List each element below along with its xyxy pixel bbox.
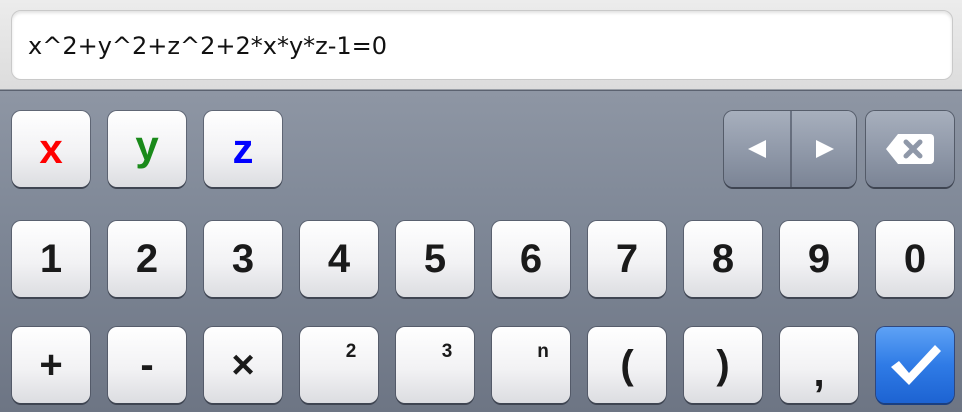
key-6-label: 6 xyxy=(519,236,543,281)
key-cube[interactable]: 3 xyxy=(396,327,474,403)
key-4[interactable]: 4 xyxy=(300,221,378,297)
key-x-label: x xyxy=(39,125,63,172)
key-comma-label: , xyxy=(813,350,825,395)
key-3[interactable]: 3 xyxy=(204,221,282,297)
key-7[interactable]: 7 xyxy=(588,221,666,297)
key-minus-label: - xyxy=(140,342,154,387)
cursor-arrows xyxy=(724,111,856,187)
key-y[interactable]: y xyxy=(108,111,186,187)
key-square[interactable]: 2 xyxy=(300,327,378,403)
key-comma[interactable]: , xyxy=(780,327,858,403)
key-2-label: 2 xyxy=(135,236,159,281)
key-power-n[interactable]: n xyxy=(492,327,570,403)
backspace-button[interactable] xyxy=(866,111,954,187)
key-open-paren-label: ( xyxy=(620,342,634,387)
checkmark-icon xyxy=(891,345,941,385)
key-4-label: 4 xyxy=(327,236,351,281)
key-close-paren-label: ) xyxy=(716,342,730,387)
key-9-label: 9 xyxy=(807,236,831,281)
key-open-paren[interactable]: ( xyxy=(588,327,666,403)
key-1[interactable]: 1 xyxy=(12,221,90,297)
key-close-paren[interactable]: ) xyxy=(684,327,762,403)
cursor-left-button[interactable] xyxy=(724,111,790,187)
cursor-right-button[interactable] xyxy=(792,111,856,187)
key-8-label: 8 xyxy=(711,236,735,281)
triangle-left-icon xyxy=(748,140,766,158)
key-times-label: × xyxy=(231,342,255,387)
key-0[interactable]: 0 xyxy=(876,221,954,297)
key-x[interactable]: x xyxy=(12,111,90,187)
key-y-label: y xyxy=(135,122,159,169)
key-0-label: 0 xyxy=(903,236,927,281)
key-3-label: 3 xyxy=(231,236,255,281)
key-5-label: 5 xyxy=(423,236,447,281)
key-z[interactable]: z xyxy=(204,111,282,187)
key-cube-label: 3 xyxy=(441,341,453,362)
key-9[interactable]: 9 xyxy=(780,221,858,297)
key-times[interactable]: × xyxy=(204,327,282,403)
backspace-icon xyxy=(886,134,934,164)
key-plus[interactable]: + xyxy=(12,327,90,403)
triangle-right-icon xyxy=(816,140,834,158)
key-minus[interactable]: - xyxy=(108,327,186,403)
key-2[interactable]: 2 xyxy=(108,221,186,297)
key-8[interactable]: 8 xyxy=(684,221,762,297)
math-keyboard: x y z 1 2 3 4 5 6 7 8 9 0 + - × 2 3 n (… xyxy=(0,90,962,412)
formula-bar: x^2+y^2+z^2+2*x*y*z-1=0 xyxy=(0,0,962,90)
key-plus-label: + xyxy=(39,342,63,387)
key-1-label: 1 xyxy=(39,236,63,281)
key-power-n-label: n xyxy=(537,341,549,362)
key-square-label: 2 xyxy=(345,341,357,362)
done-button[interactable] xyxy=(876,327,954,403)
formula-input[interactable]: x^2+y^2+z^2+2*x*y*z-1=0 xyxy=(11,10,953,80)
key-7-label: 7 xyxy=(615,236,639,281)
key-5[interactable]: 5 xyxy=(396,221,474,297)
key-6[interactable]: 6 xyxy=(492,221,570,297)
key-z-label: z xyxy=(232,125,254,172)
